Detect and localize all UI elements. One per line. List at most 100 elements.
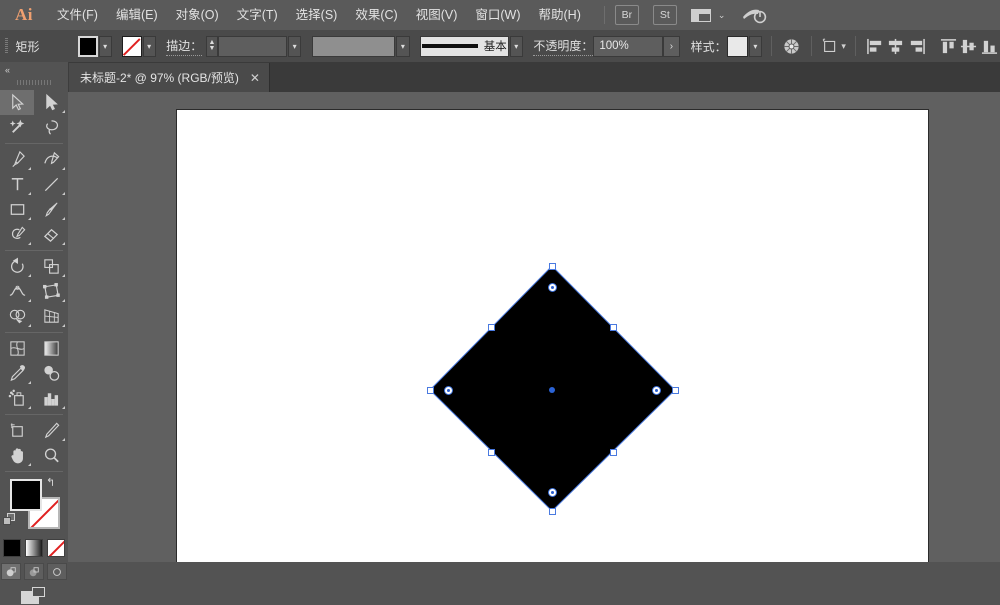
document-tab[interactable]: 未标题-2* @ 97% (RGB/预览) ✕ bbox=[68, 63, 270, 92]
handle-middle-right[interactable] bbox=[672, 387, 679, 394]
rectangle-tool[interactable] bbox=[0, 197, 34, 222]
bridge-button[interactable]: Br bbox=[614, 5, 639, 25]
column-graph-tool[interactable] bbox=[34, 386, 68, 411]
width-profile-dropdown-icon[interactable]: ▾ bbox=[396, 35, 410, 57]
slice-tool[interactable] bbox=[34, 418, 68, 443]
menu-help[interactable]: 帮助(H) bbox=[530, 0, 590, 30]
paintbrush-tool[interactable] bbox=[34, 197, 68, 222]
lasso-tool[interactable] bbox=[34, 115, 68, 140]
line-segment-tool[interactable] bbox=[34, 172, 68, 197]
cc-sync-icon[interactable] bbox=[741, 4, 767, 26]
anchor-bottom[interactable] bbox=[548, 488, 557, 497]
menu-select[interactable]: 选择(S) bbox=[287, 0, 347, 30]
curvature-tool[interactable] bbox=[34, 147, 68, 172]
tools-panel-grip[interactable] bbox=[17, 80, 51, 85]
transform-chevron-down-icon[interactable]: ▾ bbox=[841, 41, 846, 52]
stroke-dropdown-icon[interactable]: ▾ bbox=[142, 35, 156, 57]
draw-normal-button[interactable] bbox=[1, 563, 21, 580]
canvas-area[interactable] bbox=[68, 92, 1000, 562]
menu-divider bbox=[603, 6, 605, 24]
brush-definition-select[interactable]: 基本 bbox=[419, 35, 509, 57]
collapse-panel-icon[interactable]: « bbox=[0, 62, 68, 77]
fill-color-swatch[interactable] bbox=[77, 35, 98, 57]
shape-builder-tool[interactable] bbox=[0, 304, 34, 329]
anchor-left[interactable] bbox=[444, 386, 453, 395]
none-mode-button[interactable] bbox=[47, 539, 65, 557]
align-right-icon[interactable] bbox=[906, 35, 927, 57]
align-left-icon[interactable] bbox=[865, 35, 886, 57]
stroke-color-swatch[interactable] bbox=[122, 35, 142, 57]
blend-tool[interactable] bbox=[34, 361, 68, 386]
menu-file[interactable]: 文件(F) bbox=[48, 0, 107, 30]
center-point[interactable] bbox=[549, 387, 555, 393]
control-bar-grip[interactable] bbox=[5, 38, 9, 54]
handle-top-left[interactable] bbox=[488, 324, 495, 331]
artwork-layer bbox=[429, 265, 676, 512]
handle-bottom-right[interactable] bbox=[610, 449, 617, 456]
hand-tool[interactable] bbox=[0, 443, 34, 468]
anchor-right[interactable] bbox=[652, 386, 661, 395]
menu-view[interactable]: 视图(V) bbox=[407, 0, 467, 30]
eraser-tool[interactable] bbox=[34, 222, 68, 247]
handle-bottom-center[interactable] bbox=[549, 508, 556, 515]
perspective-grid-tool[interactable] bbox=[34, 304, 68, 329]
anchor-top[interactable] bbox=[548, 283, 557, 292]
align-horizontal-center-icon[interactable] bbox=[886, 35, 907, 57]
color-mode-button[interactable] bbox=[3, 539, 21, 557]
default-fill-stroke-icon[interactable] bbox=[3, 513, 16, 526]
artboard-tool[interactable] bbox=[0, 418, 34, 443]
brush-dropdown-icon[interactable]: ▾ bbox=[509, 35, 523, 57]
opacity-input[interactable]: 100% bbox=[593, 35, 663, 57]
align-top-icon[interactable] bbox=[938, 35, 959, 57]
screen-mode-button[interactable] bbox=[0, 587, 68, 605]
menu-type[interactable]: 文字(T) bbox=[228, 0, 287, 30]
gradient-mode-button[interactable] bbox=[25, 539, 43, 557]
brush-stroke-preview-icon bbox=[421, 44, 478, 48]
zoom-tool[interactable] bbox=[34, 443, 68, 468]
close-icon[interactable]: ✕ bbox=[250, 72, 260, 84]
menu-edit[interactable]: 编辑(E) bbox=[107, 0, 167, 30]
variable-width-profile[interactable] bbox=[311, 35, 396, 57]
stroke-weight-dropdown-icon[interactable]: ▾ bbox=[288, 35, 302, 57]
handle-middle-left[interactable] bbox=[427, 387, 434, 394]
width-tool[interactable] bbox=[0, 279, 34, 304]
rotate-tool[interactable] bbox=[0, 254, 34, 279]
pen-tool[interactable] bbox=[0, 147, 34, 172]
type-tool[interactable] bbox=[0, 172, 34, 197]
free-transform-tool[interactable] bbox=[34, 279, 68, 304]
fill-dropdown-icon[interactable]: ▾ bbox=[98, 35, 112, 57]
color-mode-row bbox=[0, 539, 68, 557]
recolor-artwork-icon[interactable] bbox=[781, 35, 802, 57]
menu-effect[interactable]: 效果(C) bbox=[346, 0, 406, 30]
style-dropdown-icon[interactable]: ▾ bbox=[748, 35, 762, 57]
scale-tool[interactable] bbox=[34, 254, 68, 279]
handle-top-right[interactable] bbox=[610, 324, 617, 331]
shaper-tool[interactable] bbox=[0, 222, 34, 247]
selection-tool[interactable] bbox=[0, 90, 34, 115]
menu-object[interactable]: 对象(O) bbox=[167, 0, 228, 30]
document-tab-bar: 未标题-2* @ 97% (RGB/预览) ✕ bbox=[68, 62, 1000, 93]
graphic-style-swatch[interactable] bbox=[726, 35, 748, 57]
draw-behind-button[interactable] bbox=[24, 563, 44, 580]
workspace-switcher[interactable]: ⌄ bbox=[690, 8, 725, 22]
transform-icon[interactable] bbox=[821, 35, 842, 57]
align-bottom-icon[interactable] bbox=[979, 35, 1000, 57]
menu-window[interactable]: 窗口(W) bbox=[466, 0, 529, 30]
magic-wand-tool[interactable] bbox=[0, 115, 34, 140]
draw-inside-button[interactable] bbox=[47, 563, 67, 580]
mesh-tool[interactable] bbox=[0, 336, 34, 361]
opacity-options-button[interactable]: › bbox=[662, 35, 681, 57]
symbol-sprayer-tool[interactable] bbox=[0, 386, 34, 411]
stroke-weight-input[interactable] bbox=[217, 35, 288, 57]
direct-selection-tool[interactable] bbox=[34, 90, 68, 115]
fill-color-box[interactable] bbox=[10, 479, 42, 511]
stock-button[interactable]: St bbox=[652, 5, 677, 25]
eyedropper-tool[interactable] bbox=[0, 361, 34, 386]
align-vertical-center-icon[interactable] bbox=[958, 35, 979, 57]
handle-bottom-left[interactable] bbox=[488, 449, 495, 456]
handle-top-center[interactable] bbox=[549, 263, 556, 270]
stroke-weight-stepper[interactable]: ▲ ▼ bbox=[206, 35, 218, 57]
gradient-tool[interactable] bbox=[34, 336, 68, 361]
swap-fill-stroke-icon[interactable]: ↰ bbox=[46, 476, 55, 489]
control-divider-1 bbox=[770, 36, 772, 56]
